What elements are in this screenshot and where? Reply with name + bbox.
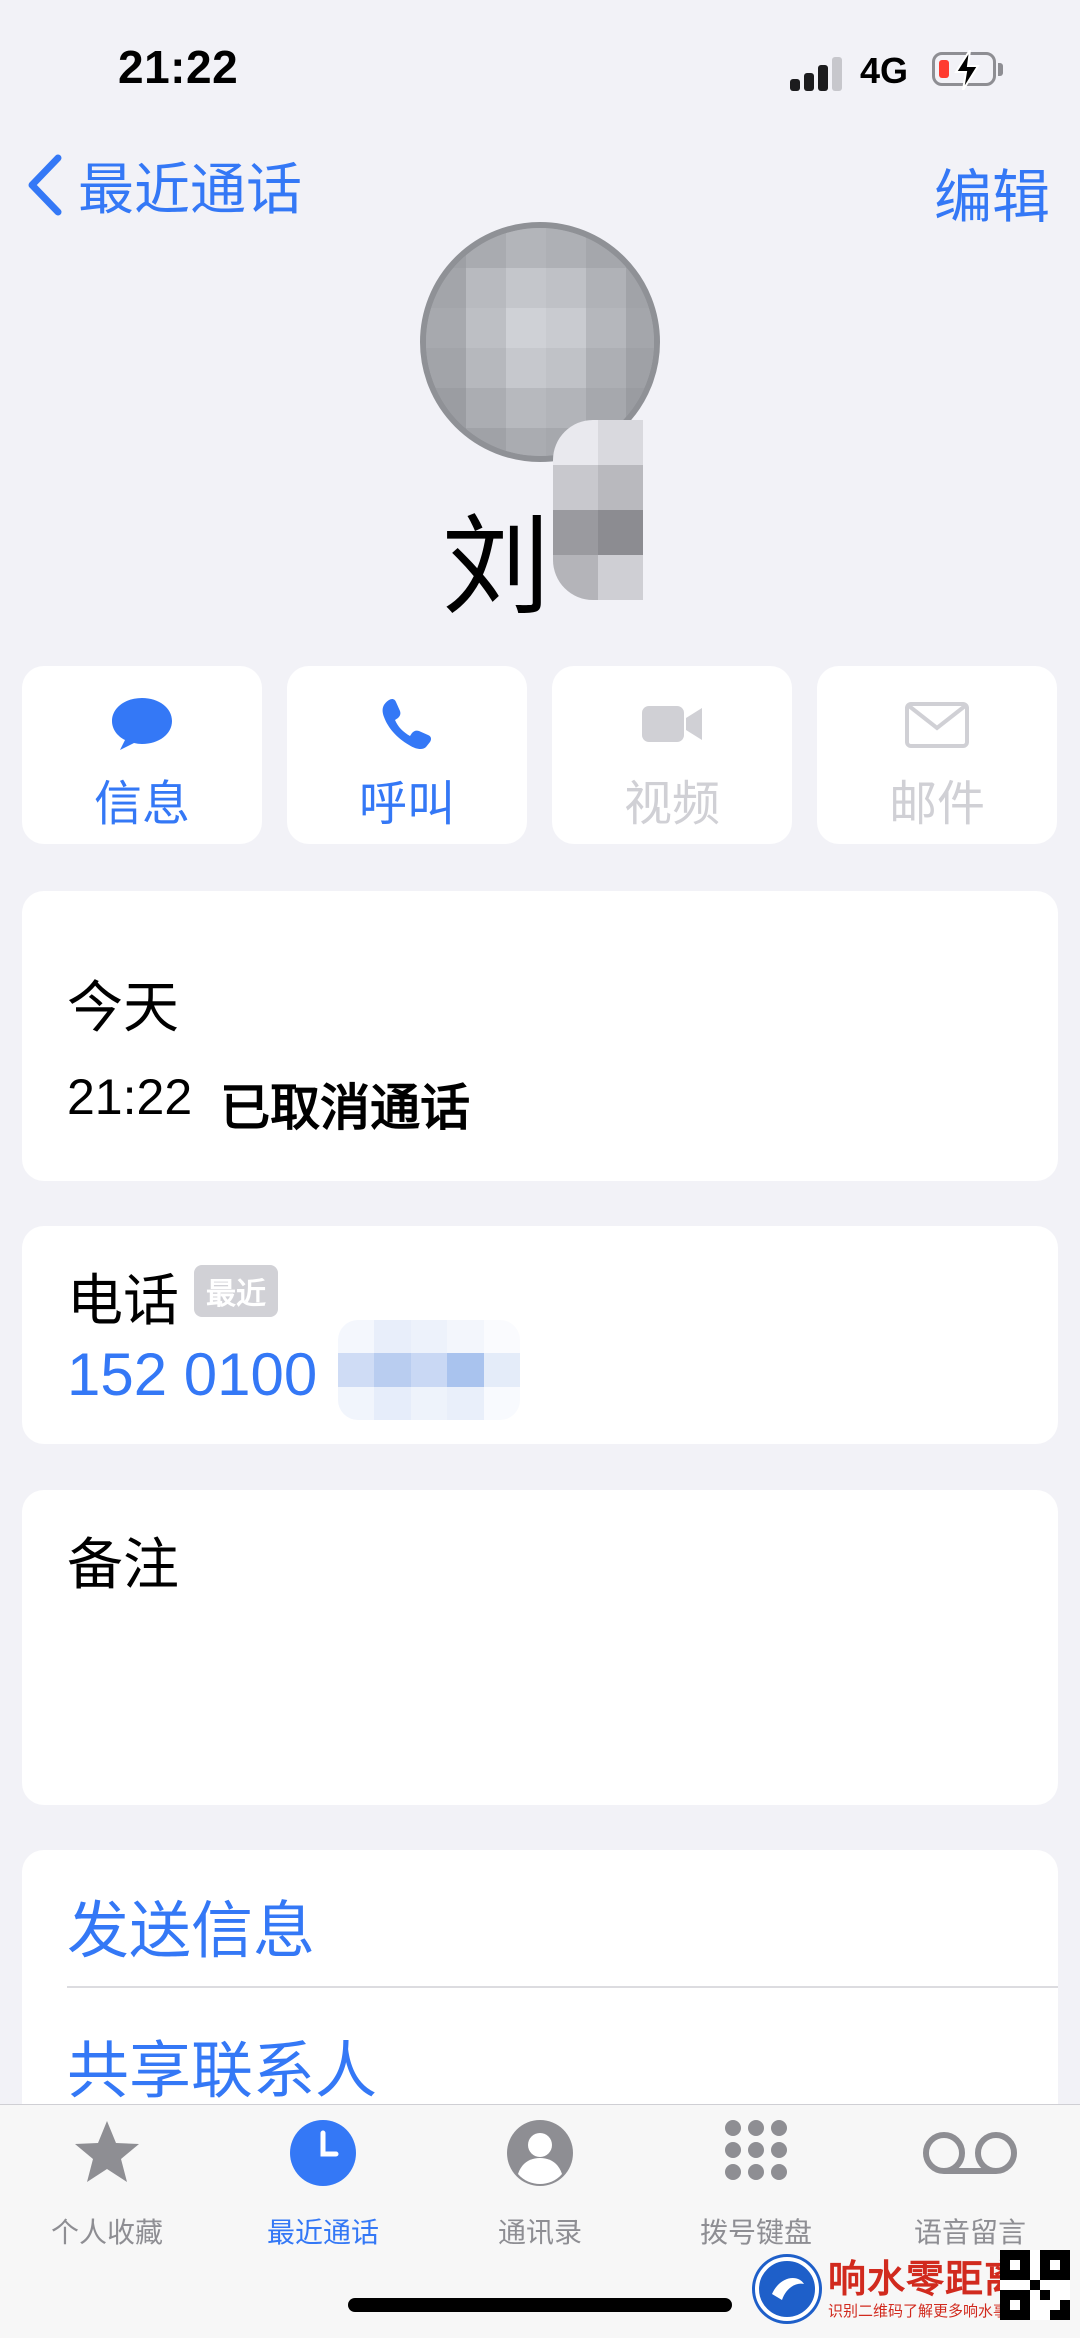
tab-label: 通讯录: [497, 2217, 582, 2248]
voicemail-icon: [923, 2132, 1017, 2174]
call-status: 已取消通话: [220, 1080, 471, 1136]
message-bubble-icon: [112, 698, 172, 750]
call-action-button[interactable]: 呼叫: [287, 666, 527, 844]
tab-keypad[interactable]: 拨号键盘: [656, 2118, 856, 2251]
clock-icon: [290, 2120, 356, 2186]
tab-contacts[interactable]: 通讯录: [440, 2118, 640, 2251]
call-history-entry: 21:22 已取消通话: [67, 1068, 470, 1140]
share-contact-link[interactable]: 共享联系人: [67, 2020, 377, 2110]
star-icon: [75, 2121, 139, 2182]
contact-name: 刘: [442, 506, 551, 627]
network-type: 4G: [860, 50, 909, 91]
back-label: 最近通话: [78, 157, 302, 221]
tab-label: 语音留言: [913, 2217, 1026, 2248]
recent-badge: 最近: [194, 1265, 278, 1317]
message-action-label: 信息: [93, 778, 190, 831]
video-action-button[interactable]: 视频: [552, 666, 792, 844]
tab-label: 拨号键盘: [699, 2217, 812, 2248]
tab-recents[interactable]: 最近通话: [223, 2118, 423, 2251]
tab-favorites[interactable]: 个人收藏: [7, 2118, 207, 2251]
video-camera-icon: [642, 706, 702, 742]
mail-action-label: 邮件: [888, 778, 985, 831]
mail-action-button[interactable]: 邮件: [817, 666, 1057, 844]
status-time: 21:22: [118, 41, 239, 93]
call-action-label: 呼叫: [358, 778, 455, 831]
tab-label: 最近通话: [266, 2217, 379, 2248]
person-circle-icon: [507, 2120, 573, 2186]
video-action-label: 视频: [623, 778, 720, 831]
call-history-day: 今天: [67, 976, 179, 1039]
call-time: 21:22: [67, 1069, 193, 1125]
tab-voicemail[interactable]: 语音留言: [870, 2118, 1070, 2251]
edit-button[interactable]: 编辑: [934, 150, 1050, 234]
qr-code-icon: [1000, 2250, 1070, 2320]
mail-envelope-icon: [905, 702, 969, 748]
watermark-title: 响水零距离: [828, 2256, 1024, 2301]
battery-charging-icon: [932, 50, 1004, 90]
chevron-left-icon: [28, 154, 62, 216]
back-button[interactable]: 最近通话: [22, 150, 302, 221]
keypad-icon: [725, 2120, 787, 2180]
home-indicator[interactable]: [348, 2298, 732, 2312]
phone-icon: [382, 698, 432, 750]
divider: [67, 1986, 1058, 1988]
phone-label: 电话: [67, 1269, 179, 1332]
notes-label: 备注: [67, 1533, 179, 1596]
name-redaction-mosaic: [553, 420, 643, 600]
watermark-logo-icon: [752, 2254, 822, 2324]
tab-label: 个人收藏: [50, 2217, 163, 2248]
watermark-subtitle: 识别二维码了解更多响水事: [828, 2303, 1009, 2320]
phone-number-link[interactable]: 152 0100: [67, 1340, 317, 1409]
message-action-button[interactable]: 信息: [22, 666, 262, 844]
send-message-link[interactable]: 发送信息: [67, 1880, 315, 1970]
cellular-signal-icon: [790, 55, 846, 91]
number-redaction-mosaic: [338, 1320, 520, 1420]
